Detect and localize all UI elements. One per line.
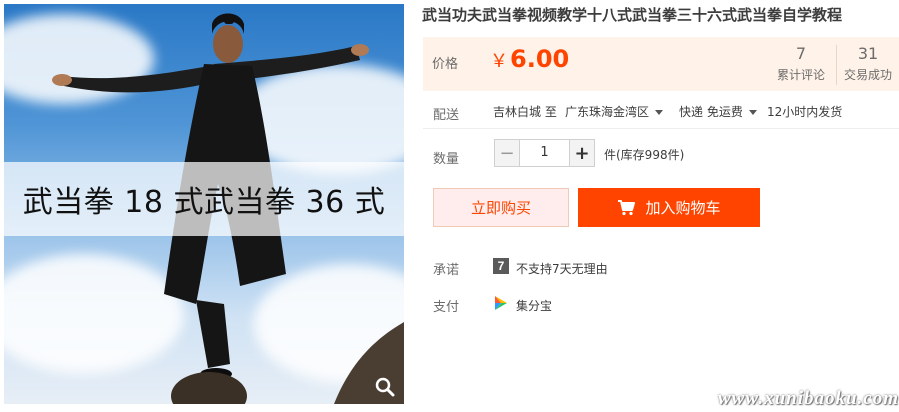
product-title: 武当功夫武当拳视频教学十八式武当拳三十六式武当拳自学教程 bbox=[422, 6, 843, 24]
chevron-down-icon bbox=[655, 110, 664, 115]
image-caption-band: 武当拳 18 式武当拳 36 式 bbox=[4, 162, 404, 236]
magnifier-icon[interactable] bbox=[374, 376, 396, 398]
jifenbao-icon bbox=[495, 296, 507, 310]
shipping-from: 吉林白城 至 bbox=[493, 105, 557, 119]
price-amount: 6.00 bbox=[510, 45, 570, 73]
seven-day-return-icon: 7 bbox=[493, 258, 509, 274]
stat-transactions[interactable]: 31 交易成功 bbox=[840, 44, 896, 83]
buy-now-button[interactable]: 立即购买 bbox=[433, 188, 569, 227]
stat-reviews-count: 7 bbox=[795, 44, 807, 63]
chevron-down-icon bbox=[748, 110, 757, 115]
promise-text[interactable]: 不支持7天无理由 bbox=[516, 260, 608, 277]
shipping-destination-select[interactable]: 广东珠海金湾区 bbox=[565, 103, 664, 120]
quantity-label: 数量 bbox=[433, 152, 460, 167]
divider bbox=[423, 128, 899, 129]
quantity-input[interactable]: 1 bbox=[520, 139, 569, 167]
price-label: 价格 bbox=[432, 57, 459, 72]
shipping-method-select[interactable]: 快递 免运费 bbox=[679, 103, 757, 120]
add-to-cart-button[interactable]: 加入购物车 bbox=[578, 188, 760, 227]
product-image[interactable]: 武当拳 18 式武当拳 36 式 bbox=[4, 4, 404, 404]
quantity-increase-button[interactable]: + bbox=[569, 139, 595, 167]
shipping-method: 快递 免运费 bbox=[679, 105, 743, 119]
payment-text[interactable]: 集分宝 bbox=[516, 297, 552, 314]
shipping-label: 配送 bbox=[433, 108, 460, 123]
price-value: ￥6.00 bbox=[490, 45, 569, 73]
image-caption: 武当拳 18 式武当拳 36 式 bbox=[22, 185, 386, 220]
stat-transactions-label: 交易成功 bbox=[843, 68, 892, 82]
stat-divider bbox=[836, 45, 837, 85]
buy-now-label: 立即购买 bbox=[470, 199, 531, 217]
quantity-decrease-button[interactable]: − bbox=[494, 139, 520, 167]
promise-label: 承诺 bbox=[433, 263, 460, 278]
stat-reviews[interactable]: 7 累计评论 bbox=[773, 44, 829, 83]
watermark: www.xunibaoku.com bbox=[718, 388, 899, 409]
shopping-cart-icon bbox=[618, 199, 636, 215]
price-box: 价格 ￥6.00 7 累计评论 31 交易成功 bbox=[423, 37, 899, 91]
stat-reviews-label: 累计评论 bbox=[776, 68, 825, 82]
shipping-destination: 广东珠海金湾区 bbox=[565, 105, 650, 119]
add-to-cart-label: 加入购物车 bbox=[645, 199, 721, 217]
stock-info: 件(库存998件) bbox=[604, 148, 685, 162]
shipping-time: 12小时内发货 bbox=[767, 105, 843, 119]
stat-transactions-count: 31 bbox=[857, 44, 879, 63]
payment-label: 支付 bbox=[433, 300, 460, 315]
currency-symbol: ￥ bbox=[490, 51, 508, 72]
